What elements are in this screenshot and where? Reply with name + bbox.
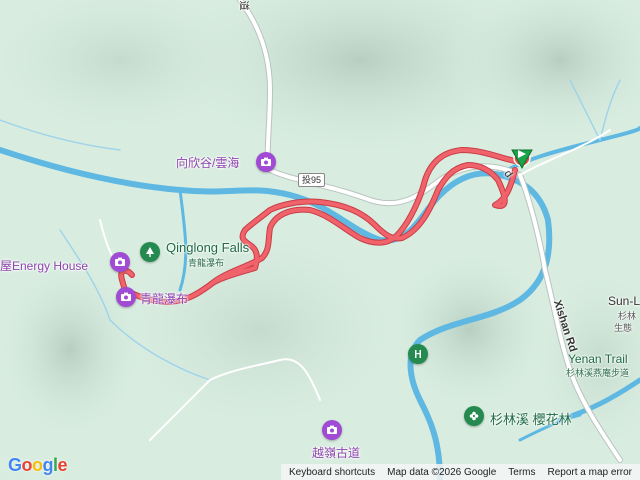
trail-icon[interactable] [408, 344, 428, 364]
report-map-error-link[interactable]: Report a map error [548, 467, 632, 478]
camera-icon[interactable] [110, 252, 130, 272]
poi-xiangxin-label[interactable]: 向欣谷/雲海 [176, 154, 239, 171]
google-logo: Google [8, 455, 68, 475]
poi-qinglong-falls-zh: 青龍瀑布 [188, 258, 225, 268]
road-label-top: 道 [237, 0, 249, 11]
terms-link[interactable]: Terms [508, 467, 535, 478]
poi-shanlinxi-cherry-label[interactable]: 杉林溪 櫻花林 [490, 409, 572, 428]
camera-icon[interactable] [322, 420, 342, 440]
camera-icon[interactable] [116, 287, 136, 307]
map-data-text: Map data ©2026 Google [387, 466, 497, 478]
poi-qinglong-falls-label[interactable]: Qinglong Falls [166, 240, 249, 255]
poi-yueling-label[interactable]: 越嶺古道 [312, 444, 360, 461]
camera-icon[interactable] [256, 152, 276, 172]
route-95-shield: 投95 [298, 173, 326, 187]
flower-icon[interactable] [464, 406, 484, 426]
map-base [0, 0, 640, 480]
attribution-bar: Keyboard shortcuts Map data ©2026 Google… [280, 464, 640, 480]
poi-yenan-trail-zh: 杉林溪燕庵步道 [566, 368, 630, 378]
poi-yenan-trail-label[interactable]: Yenan Trail [568, 352, 628, 366]
map-canvas[interactable]: 道 向欣谷/雲海 投95 d 屋Energy House Qinglong Fa… [0, 0, 640, 480]
poi-sun-link-zh2: 生態 [614, 323, 633, 333]
tree-icon[interactable] [140, 242, 160, 262]
poi-energy-house-label[interactable]: 屋Energy House [0, 257, 88, 274]
keyboard-shortcuts-link[interactable]: Keyboard shortcuts [289, 467, 375, 478]
poi-sun-link-label[interactable]: Sun-L [608, 294, 640, 308]
poi-bottom-left-label[interactable]: 青龍瀑布 [140, 290, 188, 307]
